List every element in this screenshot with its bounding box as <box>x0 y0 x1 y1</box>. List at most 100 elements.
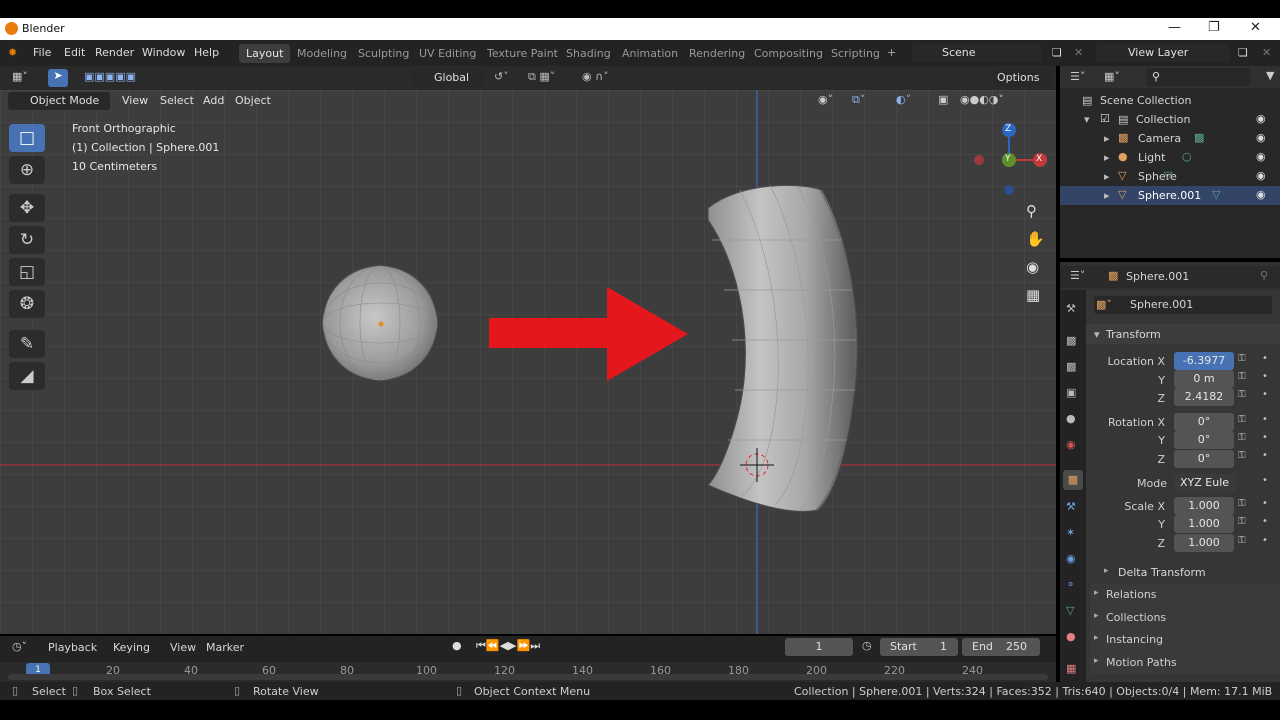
end-frame-field[interactable]: End 250 <box>962 638 1040 656</box>
new-scene-icon[interactable]: ❏ <box>1052 46 1062 59</box>
outliner-editor-icon[interactable]: ☰˅ <box>1070 70 1085 83</box>
close-icon[interactable]: ✕ <box>1250 20 1261 35</box>
xray-icon[interactable]: ▣ <box>938 93 948 106</box>
timeline-editor-icon[interactable]: ◷˅ <box>12 640 27 653</box>
rotation-mode-dropdown[interactable]: XYZ Eule <box>1174 474 1236 492</box>
viewport-menu-select[interactable]: Select <box>160 94 194 107</box>
annotate-tool-icon[interactable]: ✎ <box>9 330 45 358</box>
keyframe-dot-icon[interactable]: • <box>1262 535 1268 546</box>
menu-help[interactable]: Help <box>194 46 219 59</box>
scale-tool-icon[interactable]: ◱ <box>9 258 45 286</box>
current-frame-field[interactable]: 1 <box>785 638 853 656</box>
menu-edit[interactable]: Edit <box>64 46 85 59</box>
overlay-toggle-icon[interactable]: ◐˅ <box>896 93 911 106</box>
tab-rendering[interactable]: Rendering <box>689 47 745 60</box>
tab-sculpting[interactable]: Sculpting <box>358 47 409 60</box>
scene-tab-icon[interactable]: ● <box>1066 412 1076 425</box>
expand-icon[interactable]: ▸ <box>1104 132 1110 145</box>
checkbox-icon[interactable]: ☑ <box>1100 112 1110 125</box>
menu-window[interactable]: Window <box>142 46 185 59</box>
navigation-gizmo[interactable]: Z Y X <box>972 120 1052 200</box>
keyframe-dot-icon[interactable]: • <box>1262 353 1268 364</box>
physics-tab-icon[interactable]: ◉ <box>1066 552 1076 565</box>
cursor-tool-icon[interactable]: ⊕ <box>9 156 45 184</box>
instancing-panel[interactable]: ▸ Instancing <box>1090 629 1280 651</box>
location-z-field[interactable]: 2.4182 <box>1174 388 1234 406</box>
scene-selector[interactable]: Scene <box>912 44 1042 62</box>
tab-scripting[interactable]: Scripting <box>831 47 880 60</box>
maximize-icon[interactable]: ❐ <box>1208 20 1220 35</box>
relations-panel[interactable]: ▸ Relations <box>1090 584 1280 606</box>
record-icon[interactable]: ● <box>452 639 462 652</box>
lock-icon[interactable]: ⚿ <box>1238 498 1246 509</box>
start-frame-field[interactable]: Start 1 <box>880 638 958 656</box>
timeline-scrollbar[interactable] <box>8 674 1048 680</box>
keyframe-dot-icon[interactable]: • <box>1262 450 1268 461</box>
particles-tab-icon[interactable]: ✶ <box>1066 526 1075 539</box>
outliner-row-sphere-001[interactable]: ▸ ▽ Sphere.001 ▽ ◉ <box>1060 186 1280 205</box>
select-tool-icon[interactable]: ➤ <box>48 69 68 87</box>
keyframe-dot-icon[interactable]: • <box>1262 389 1268 400</box>
camera-view-icon[interactable]: ◉ <box>1026 258 1039 276</box>
3d-viewport[interactable]: Object Mode View Select Add Object ◉˅ ⧉˅… <box>0 90 1056 634</box>
menu-render[interactable]: Render <box>95 46 134 59</box>
timeline-menu-view[interactable]: View <box>170 641 196 654</box>
rotation-y-field[interactable]: 0° <box>1174 431 1234 449</box>
options-dropdown[interactable]: Options <box>993 69 1051 87</box>
pin-icon[interactable]: ⚲ <box>1260 269 1268 282</box>
display-mode-icon[interactable]: ▦˅ <box>1104 70 1120 83</box>
outliner-row-scene-collection[interactable]: ▤ Scene Collection <box>1060 91 1280 110</box>
eye-icon[interactable]: ◉ <box>1256 169 1266 182</box>
keyframe-dot-icon[interactable]: • <box>1262 371 1268 382</box>
tab-layout[interactable]: Layout <box>239 44 291 63</box>
render-tab-icon[interactable]: ▩ <box>1066 334 1076 347</box>
delta-transform-subpanel[interactable]: ▸ Delta Transform <box>1100 566 1280 582</box>
transform-orientation-dropdown[interactable]: Global <box>412 69 484 87</box>
delete-view-layer-icon[interactable]: ✕ <box>1262 46 1271 59</box>
playback-controls-icons[interactable]: ⏮⏪◀▶⏩⏭ <box>476 639 540 653</box>
lock-icon[interactable]: ⚿ <box>1238 450 1246 461</box>
pivot-point-icon[interactable]: ↺˅ <box>494 70 509 83</box>
collections-panel[interactable]: ▸ Collections <box>1090 607 1280 629</box>
world-tab-icon[interactable]: ◉ <box>1066 438 1076 451</box>
tab-texture-paint[interactable]: Texture Paint <box>487 47 558 60</box>
location-x-field[interactable]: -6.3977 <box>1174 352 1234 370</box>
rotation-z-field[interactable]: 0° <box>1174 450 1234 468</box>
timeline-menu-keying[interactable]: Keying <box>113 641 150 654</box>
delete-scene-icon[interactable]: ✕ <box>1074 46 1083 59</box>
keyframe-dot-icon[interactable]: • <box>1262 414 1268 425</box>
expand-icon[interactable]: ▸ <box>1104 170 1110 183</box>
modifier-tab-icon[interactable]: ⚒ <box>1066 500 1076 513</box>
properties-editor-icon[interactable]: ☰˅ <box>1070 269 1085 282</box>
timeline-ruler[interactable]: 1 20 40 60 80 100 120 140 160 180 200 22… <box>0 662 1056 682</box>
ortho-grid-icon[interactable]: ▦ <box>1026 286 1040 304</box>
blender-menu-icon[interactable]: ✹ <box>8 46 17 59</box>
menu-file[interactable]: File <box>33 46 51 59</box>
lock-icon[interactable]: ⚿ <box>1238 414 1246 425</box>
add-workspace-icon[interactable]: + <box>887 46 896 59</box>
transform-tool-icon[interactable]: ❂ <box>9 290 45 318</box>
lock-icon[interactable]: ⚿ <box>1238 389 1246 400</box>
outliner-row-sphere[interactable]: ▸ ▽ Sphere ▽ ◉ <box>1060 167 1280 186</box>
timeline-menu-playback[interactable]: Playback <box>48 641 97 654</box>
view-layer-tab-icon[interactable]: ▣ <box>1066 386 1076 399</box>
tab-modeling[interactable]: Modeling <box>297 47 347 60</box>
expand-icon[interactable]: ▾ <box>1084 113 1090 126</box>
eye-icon[interactable]: ◉ <box>1256 188 1266 201</box>
move-tool-icon[interactable]: ✥ <box>9 194 45 222</box>
new-view-layer-icon[interactable]: ❏ <box>1238 46 1248 59</box>
filter-icon[interactable]: ▼ <box>1266 69 1274 82</box>
material-tab-icon[interactable]: ● <box>1066 630 1076 643</box>
outliner-row-light[interactable]: ▸ ● Light ○ ◉ <box>1060 148 1280 167</box>
snap-icon[interactable]: ⧉ ▦˅ <box>528 70 555 84</box>
minimize-icon[interactable]: — <box>1168 20 1181 35</box>
visibility-icon[interactable]: ◉˅ <box>818 93 833 106</box>
outliner-row-collection[interactable]: ▾ ☑ ▤ Collection ◉ <box>1060 110 1280 129</box>
zoom-icon[interactable]: ⚲ <box>1026 202 1037 220</box>
pan-hand-icon[interactable]: ✋ <box>1026 230 1045 248</box>
scale-y-field[interactable]: 1.000 <box>1174 515 1234 533</box>
viewport-menu-view[interactable]: View <box>122 94 148 107</box>
location-y-field[interactable]: 0 m <box>1174 370 1234 388</box>
shading-modes-icons[interactable]: ◉●◐◑˅ <box>960 93 1004 106</box>
transform-panel-header[interactable]: ▾ Transform <box>1086 324 1280 344</box>
